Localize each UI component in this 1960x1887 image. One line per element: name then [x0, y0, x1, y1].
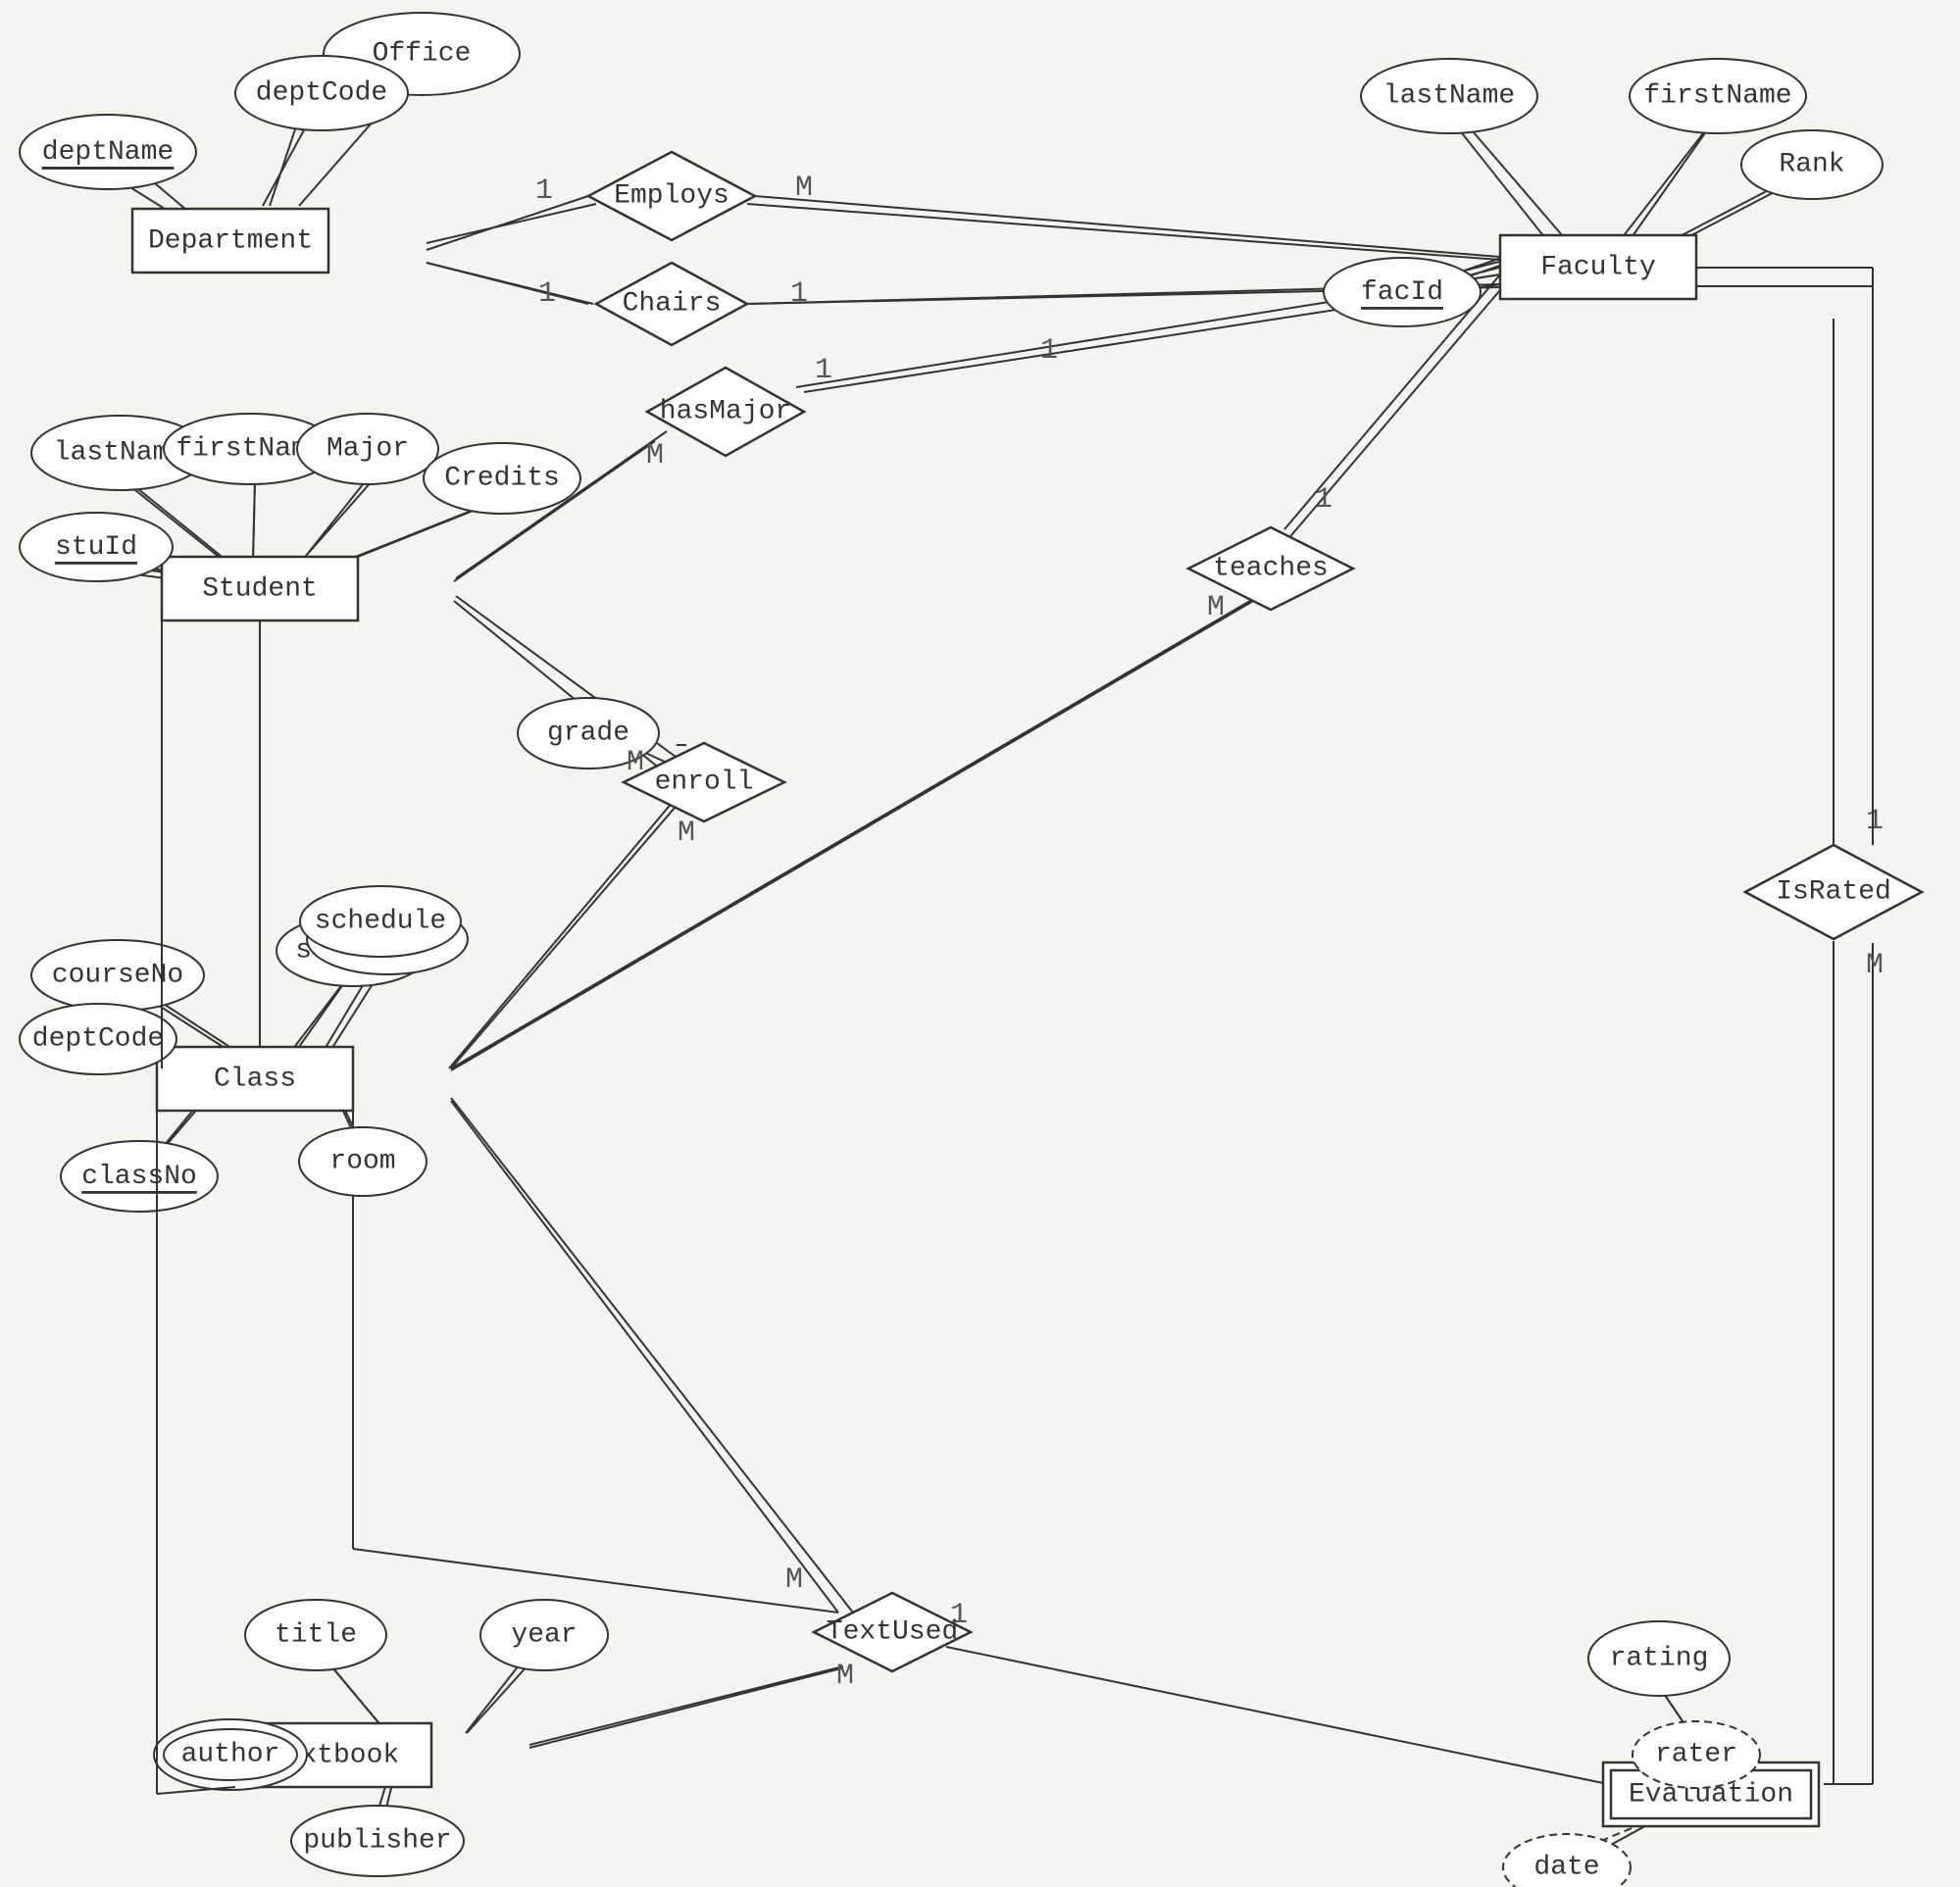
svg-text:enroll: enroll — [655, 768, 754, 798]
attr-courseno-label: courseNo — [52, 961, 183, 991]
cardinality-employs-m: M — [795, 172, 813, 205]
entity-class-label: Class — [214, 1065, 296, 1095]
attr-year-label: year — [511, 1620, 577, 1651]
cardinality-hasmajor-1: 1 — [815, 354, 832, 387]
cardinality-chairs-1-fac: 1 — [790, 277, 808, 311]
cardinality-enroll-m-student: M — [627, 746, 644, 779]
cardinality-teaches-1: 1 — [1315, 483, 1332, 517]
attr-class-deptcode-label: deptCode — [32, 1024, 164, 1055]
attr-rating-label: rating — [1610, 1644, 1709, 1674]
attr-publisher-label: publisher — [303, 1826, 451, 1857]
attr-grade-label: grade — [547, 719, 629, 749]
cardinality-teaches-m: M — [1207, 591, 1225, 624]
attr-title-label: title — [275, 1620, 357, 1651]
attr-faculty-lastname-label: lastName — [1383, 81, 1515, 112]
cardinality-textused-1: 1 — [950, 1599, 968, 1632]
cardinality-chairs-1-dept: 1 — [538, 277, 556, 311]
cardinality-israted-1: 1 — [1866, 805, 1884, 838]
entity-faculty-label: Faculty — [1540, 253, 1656, 283]
cardinality-hasmajor-m: M — [646, 439, 664, 472]
svg-text:IsRated: IsRated — [1776, 877, 1891, 908]
entity-student-label: Student — [202, 574, 318, 605]
cardinality-textused-m-textbook: M — [836, 1660, 854, 1693]
attr-schedule-label: schedule — [315, 907, 446, 937]
cardinality-employs-1: 1 — [535, 174, 553, 208]
svg-text:Employs: Employs — [614, 181, 729, 212]
cardinality-israted-m: M — [1866, 949, 1884, 982]
attr-stuid-label: stuId — [55, 532, 137, 563]
svg-text:teaches: teaches — [1213, 554, 1329, 584]
attr-author-label: author — [181, 1740, 280, 1770]
cardinality-enroll-m-class: M — [678, 817, 695, 850]
svg-text:TextUsed: TextUsed — [827, 1617, 958, 1648]
entity-department-label: Department — [148, 226, 313, 257]
attr-office-label: Office — [373, 39, 472, 70]
attr-deptcode-label: deptCode — [256, 78, 387, 109]
svg-text:Chairs: Chairs — [623, 289, 722, 320]
attr-credits-label: Credits — [444, 464, 560, 494]
cardinality-hasmajor-1-top: 1 — [1040, 334, 1058, 368]
attr-faculty-firstname-label: firstName — [1643, 81, 1791, 112]
attr-room-label: room — [329, 1147, 395, 1177]
cardinality-textused-m-class: M — [785, 1564, 803, 1597]
svg-text:hasMajor: hasMajor — [660, 397, 791, 427]
attr-deptname-label: deptName — [42, 137, 174, 168]
attr-date-label: date — [1533, 1853, 1599, 1883]
attr-rater-label: rater — [1655, 1740, 1737, 1770]
attr-major-label: Major — [327, 434, 409, 465]
attr-classno-label: classNo — [81, 1162, 197, 1192]
attr-rank-label: Rank — [1779, 150, 1844, 180]
attr-facid-label: facId — [1361, 277, 1443, 308]
